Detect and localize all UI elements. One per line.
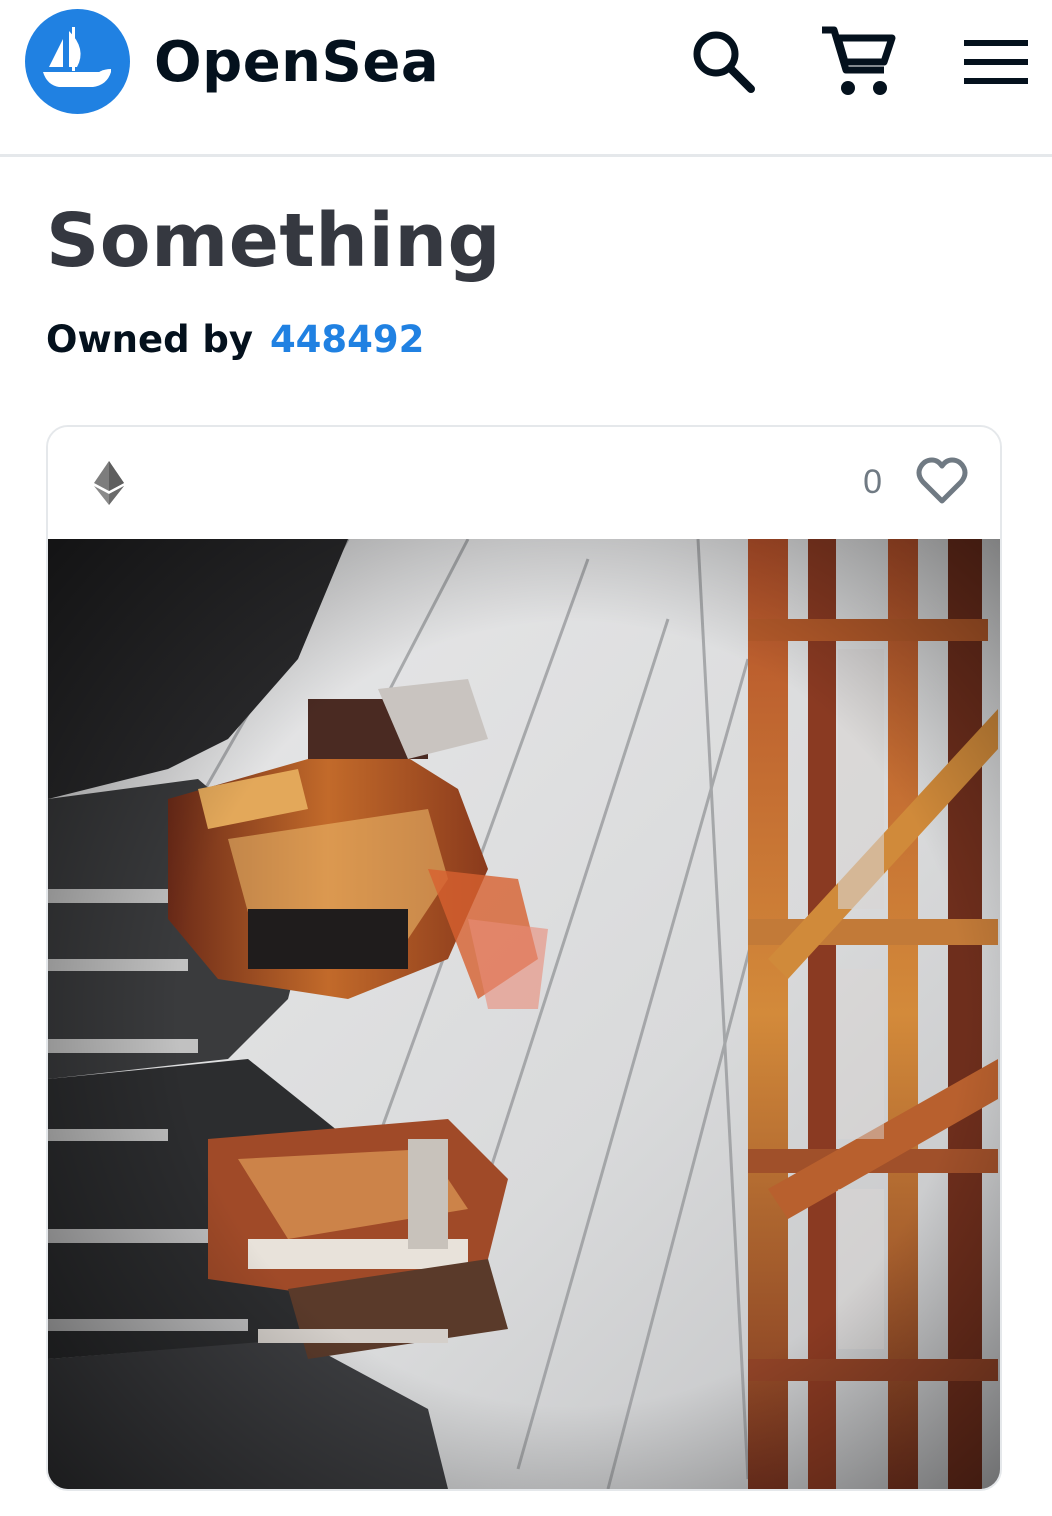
card-header: 0 <box>48 427 1000 539</box>
hamburger-menu-icon[interactable] <box>962 38 1030 86</box>
cart-icon[interactable] <box>818 24 896 100</box>
owner-line: Owned by 448492 <box>46 318 424 362</box>
ethereum-icon <box>92 461 126 505</box>
brand-name[interactable]: OpenSea <box>154 30 439 96</box>
opensea-logo-icon[interactable] <box>25 9 130 114</box>
search-icon[interactable] <box>690 28 756 94</box>
favorite-count: 0 <box>863 463 882 501</box>
owner-link[interactable]: 448492 <box>270 318 424 361</box>
heart-outline-icon[interactable] <box>916 457 968 505</box>
item-media-card: 0 <box>46 425 1002 1491</box>
top-navigation-bar: OpenSea <box>0 0 1052 157</box>
item-title: Something <box>46 198 502 284</box>
item-artwork-image[interactable] <box>48 539 1000 1489</box>
owned-by-label: Owned by <box>46 318 254 361</box>
